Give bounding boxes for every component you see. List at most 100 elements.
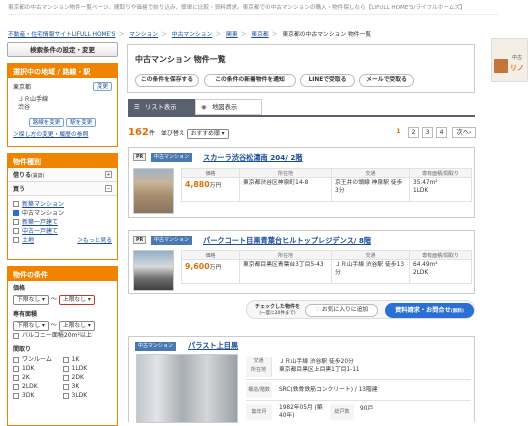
type-link[interactable]: 新築マンション (22, 199, 64, 208)
checkbox-1ldk[interactable]: 1LDK (62, 364, 113, 373)
area-min-select[interactable]: 下限なし ▾ (13, 320, 49, 331)
address: 東京都目黒区上目黒1丁目1-11 (279, 367, 360, 374)
notify-button[interactable]: この条件の新着物件を通知 (204, 74, 296, 87)
type-link[interactable]: 土地 (22, 235, 34, 244)
access-key: 交通 (253, 358, 264, 364)
bulk-action-bar: チェックした物件を (一度に20件まで) ♡ お気に入りに追加 資料請求・お問合… (246, 300, 475, 319)
checkbox-1k[interactable]: 1K (62, 355, 113, 364)
next-label: 次へ (456, 129, 470, 136)
change-pref-button[interactable]: 変更 (92, 82, 112, 91)
checkbox-new-house[interactable]: 新築一戸建て (13, 217, 112, 226)
units: 90戸 (360, 406, 374, 412)
price-max-select[interactable]: 上限なし ▾ (58, 294, 95, 305)
layout-label: 間取り (13, 345, 32, 353)
request-info-button[interactable]: 資料請求・お問合せ(無料) (385, 303, 474, 318)
row-divider (246, 379, 471, 380)
collapse-icon[interactable]: − (105, 185, 112, 192)
rent-section[interactable]: 借りる(賃貸) + (8, 168, 117, 182)
layout-opt: 3K (71, 382, 80, 390)
property-photo[interactable] (136, 354, 238, 423)
area-max-select[interactable]: 上限なし ▾ (58, 320, 95, 331)
conditions-header: 物件の条件 (8, 267, 117, 281)
tab-map[interactable]: ◉ 地図表示 (195, 99, 262, 115)
type-badge: 中古マンション (151, 236, 193, 245)
breadcrumb-kanto[interactable]: 関東 (226, 32, 238, 38)
type-link[interactable]: 中古一戸建て (22, 226, 58, 235)
divider (8, 14, 498, 15)
search-settings-button[interactable]: 検索条件の設定・変更 (7, 42, 118, 57)
price: 9,600 (185, 262, 210, 271)
breadcrumb-mansion[interactable]: マンション (129, 32, 158, 38)
sort-select[interactable]: おすすめ順 ▾ (186, 129, 229, 139)
ad-banner[interactable]: 中古 リノ (491, 38, 528, 82)
history-link[interactable]: ＞探し方の変更・履歴の参照 (13, 129, 112, 138)
type-link[interactable]: 新築一戸建て (22, 217, 58, 226)
checkbox-balcony[interactable]: バルコニー面積20m²以上 (13, 332, 112, 341)
layout-opt: 1K (71, 355, 80, 363)
page-title: 中古マンション 物件一覧 (135, 55, 226, 64)
checkbox-2dk[interactable]: 2DK (62, 373, 113, 382)
property-photo[interactable] (133, 250, 174, 291)
page-4[interactable]: 4 (436, 127, 447, 138)
page-current: 1 (393, 127, 404, 138)
listing-card[interactable]: PR 中古マンション スカーラ渋谷松濤南 204/ 2階 価格 所在地 交通 専有面積… (128, 147, 475, 218)
breadcrumb-home[interactable]: 不動産・住宅情報サイトLIFULL HOME'S (8, 32, 115, 38)
line-button[interactable]: LINEで受取る (300, 74, 355, 87)
next-page-button[interactable]: 次へ› (452, 127, 476, 138)
property-photo[interactable] (133, 168, 174, 214)
save-condition-button[interactable]: この条件を保存する (135, 74, 199, 87)
change-line-button[interactable]: 路線を変更 (28, 117, 65, 127)
layout-opt: 3DK (22, 391, 35, 399)
checkbox-2k[interactable]: 2K (13, 373, 63, 382)
more-types-link[interactable]: ＞もっと見る (77, 235, 112, 244)
price: 4,880 (185, 180, 210, 189)
page-3[interactable]: 3 (422, 127, 433, 138)
balcony-label: バルコニー面積20m²以上 (22, 332, 92, 340)
heart-icon: ♡ (314, 307, 320, 313)
listing-title[interactable]: パラスト上目黒 (188, 341, 238, 351)
tab-list[interactable]: ☰ リスト表示 (128, 99, 195, 115)
layout-opt: 3LDK (71, 391, 88, 399)
checkbox-land[interactable]: 土地 (13, 235, 34, 244)
page-2[interactable]: 2 (408, 127, 419, 138)
address: 東京都目黒区青葉台3丁目5-43 (239, 259, 332, 284)
layout: 2LDK (413, 269, 429, 276)
structure: SRC(鉄骨鉄筋コンクリート) / 13階建 (279, 387, 378, 393)
area-max-value: 上限なし (62, 322, 87, 329)
listing-card[interactable]: 中古マンション パラスト上目黒 交通 所在地 ＪＲ山手線 渋谷駅 徒歩20分 東京都… (128, 336, 475, 423)
type-label: 中古マンション (22, 210, 65, 217)
listing-title[interactable]: パークコート目黒青葉台ヒルトップレジデンス/ 8階 (203, 236, 371, 246)
row-divider (246, 400, 471, 401)
price-unit: 万円 (209, 265, 222, 271)
col-address: 所在地 (239, 168, 332, 178)
pr-badge: PR (133, 236, 147, 244)
request-label: 資料請求・お問合せ (395, 307, 451, 314)
checkbox-used-house[interactable]: 中古一戸建て (13, 226, 112, 235)
area-label: 専有面積 (13, 310, 38, 318)
type-badge: 中古マンション (135, 342, 177, 351)
breadcrumb-used-mansion[interactable]: 中古マンション (172, 32, 213, 38)
col-price: 価格 (181, 168, 240, 178)
price-min-select[interactable]: 下限なし ▾ (13, 294, 49, 305)
checkbox-3k[interactable]: 3K (62, 382, 113, 391)
checkbox-3dk[interactable]: 3DK (13, 391, 63, 400)
checkbox-1r[interactable]: ワンルーム (13, 355, 63, 364)
buy-section[interactable]: 買う − (8, 182, 117, 196)
checkbox-used-mansion[interactable]: 中古マンション (13, 208, 112, 217)
listing-card[interactable]: PR 中古マンション パークコート目黒青葉台ヒルトップレジデンス/ 8階 価格所… (128, 230, 475, 294)
breadcrumb: 不動産・住宅情報サイトLIFULL HOME'S ＞ マンション＞ 中古マンション… (8, 32, 372, 38)
checkbox-1dk[interactable]: 1DK (13, 364, 63, 373)
expand-icon[interactable]: + (105, 171, 112, 178)
checkbox-3ldk[interactable]: 3LDK (62, 391, 113, 400)
sidebar: 検索条件の設定・変更 選択中の地域 / 路線・駅 東京都 変更 ＪＲ山手線 渋谷 … (7, 42, 118, 426)
page-description: 東京都の中古マンション物件一覧ページ。間取りや価格で絞り込み、簡単に比較・資料請… (8, 5, 466, 11)
breadcrumb-tokyo[interactable]: 東京都 (251, 32, 268, 38)
change-station-button[interactable]: 駅を変更 (66, 117, 97, 127)
add-favorite-button[interactable]: ♡ お気に入りに追加 (305, 304, 378, 317)
checkbox-2ldk[interactable]: 2LDK (13, 382, 63, 391)
mail-button[interactable]: メールで受取る (359, 74, 414, 87)
checkbox-new-mansion[interactable]: 新築マンション (13, 199, 112, 208)
listing-table: 価格 所在地 交通 専有面積/間取り 9,600万円 東京都目黒区青葉台3丁目5-43 Ｊ… (181, 250, 472, 284)
structure-key: 構造/階数 (246, 382, 272, 398)
listing-title[interactable]: スカーラ渋谷松濤南 204/ 2階 (203, 153, 303, 163)
